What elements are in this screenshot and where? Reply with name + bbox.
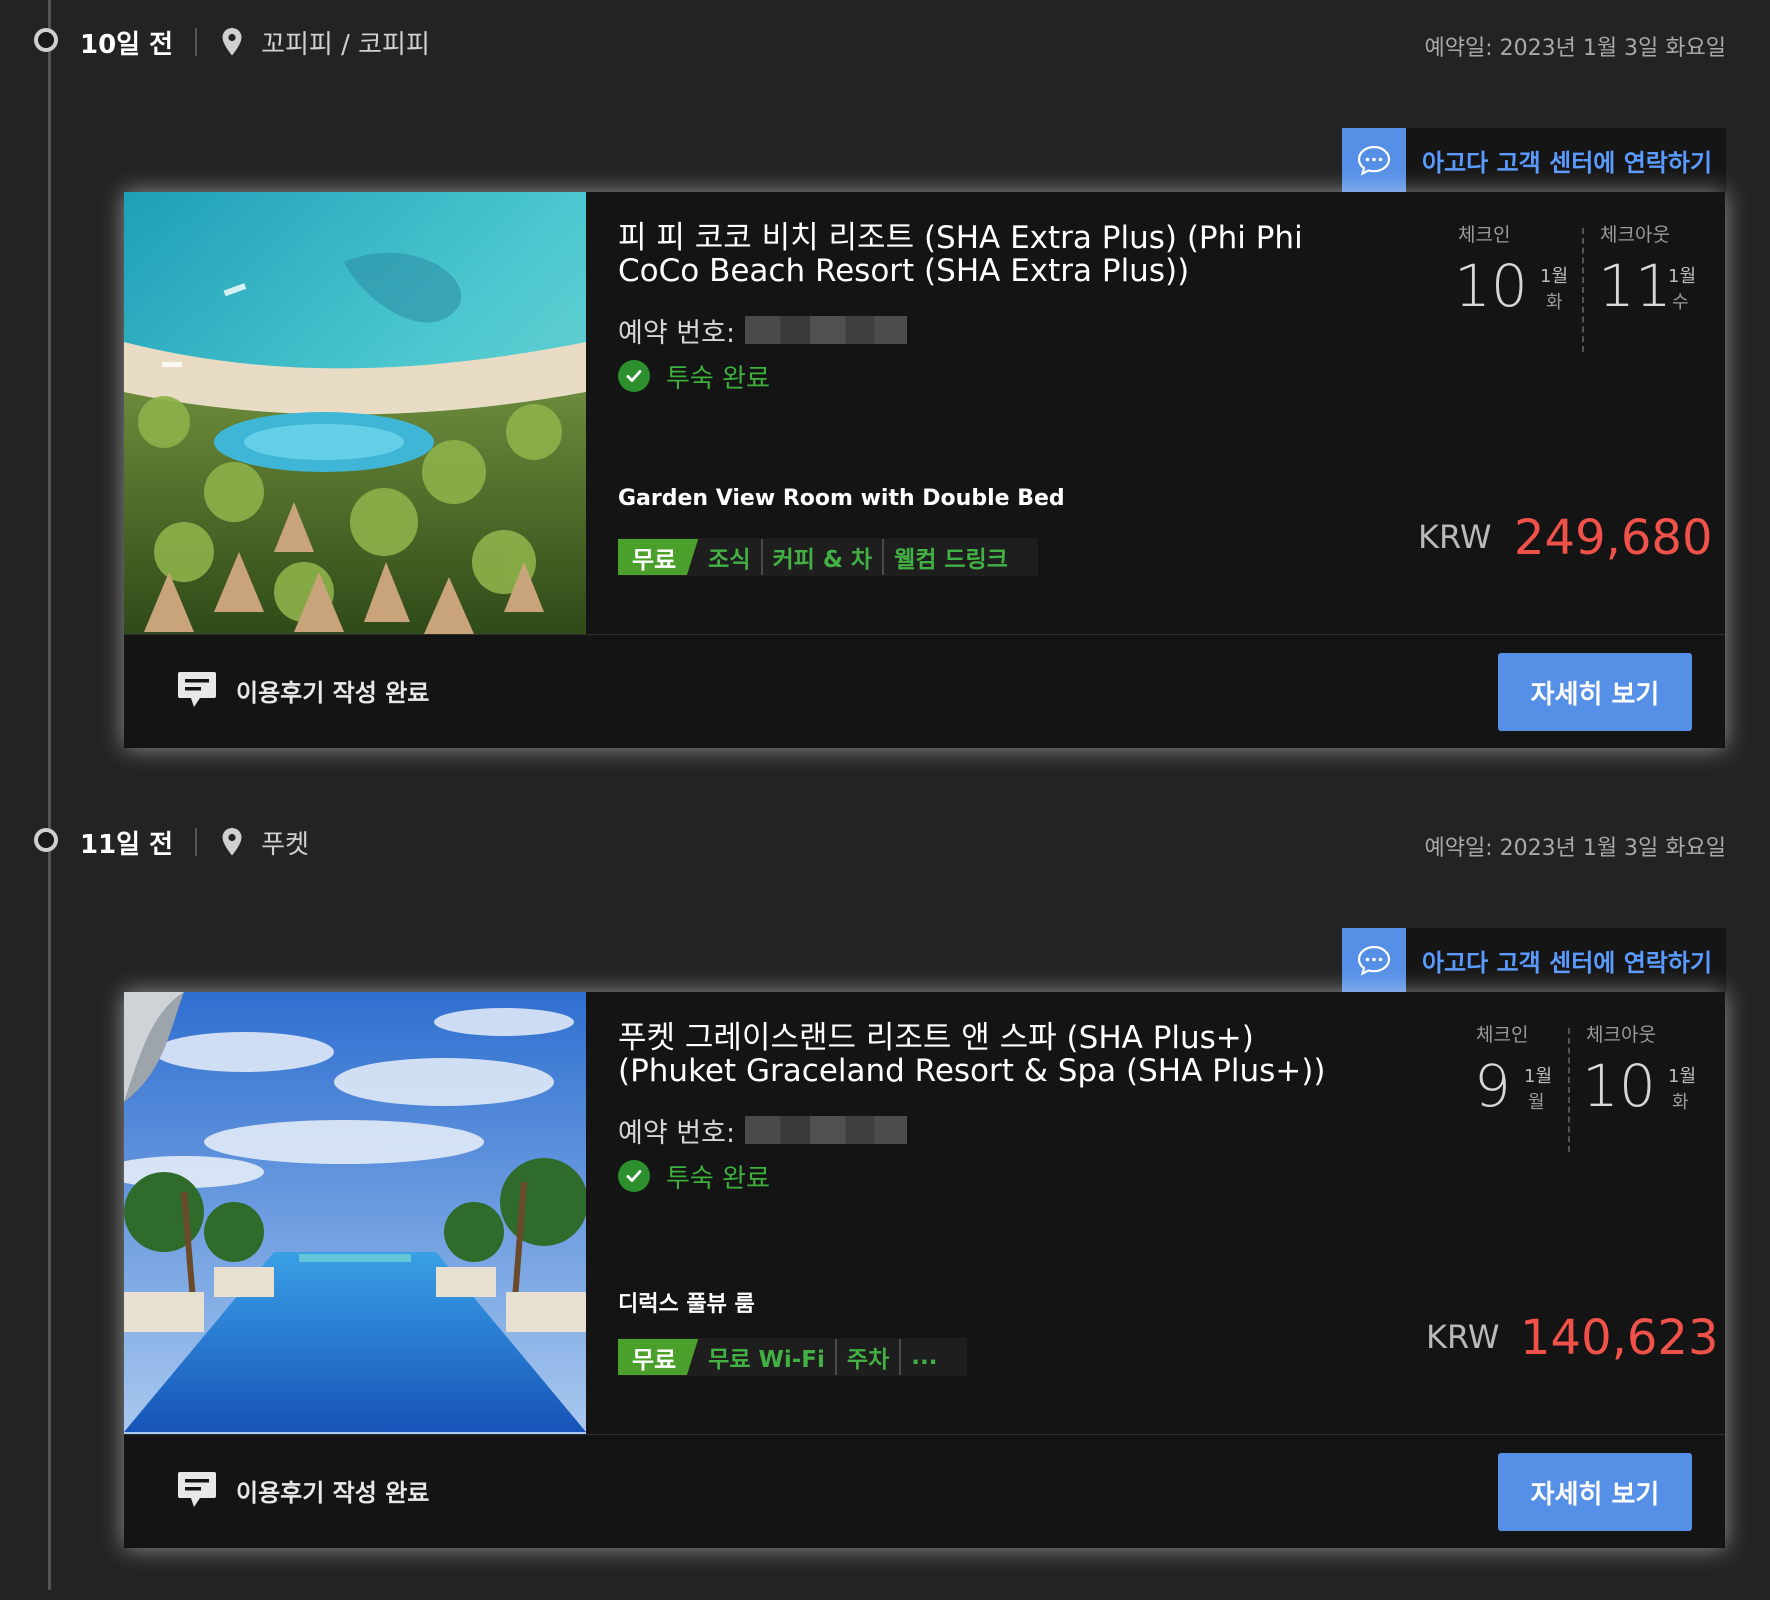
checkin-day: 9 <box>1474 1052 1511 1120</box>
booking-card: 푸켓 그레이스랜드 리조트 앤 스파 (SHA Plus+) (Phuket G… <box>124 992 1725 1548</box>
contact-support-button[interactable]: 아고다 고객 센터에 연락하기 <box>1342 928 1726 992</box>
checkin-day: 10 <box>1454 252 1528 320</box>
price-currency: KRW <box>1418 518 1492 556</box>
amenity-list: 무료 조식 커피 & 차 웰컴 드링크 <box>618 538 1038 576</box>
amenity-item: 조식 <box>708 547 751 573</box>
more-amenities[interactable]: ... <box>901 1344 947 1370</box>
amenity-item: 커피 & 차 <box>772 547 873 573</box>
contact-support-label: 아고다 고객 센터에 연락하기 <box>1422 948 1713 977</box>
timeline-dot <box>34 828 58 852</box>
location-name: 푸켓 <box>261 829 309 860</box>
checkin-label: 체크인 <box>1458 224 1511 246</box>
price-amount: 249,680 <box>1514 510 1713 566</box>
dates-divider <box>1568 1028 1570 1152</box>
amenity-item: 무료 Wi-Fi <box>708 1347 825 1373</box>
group-header: 10일 전 꼬피피 / 코피피 <box>80 20 430 64</box>
booking-date: 예약일: 2023년 1월 3일 화요일 <box>1424 36 1726 61</box>
booking-card: 피 피 코코 비치 리조트 (SHA Extra Plus) (Phi Phi … <box>124 192 1725 748</box>
checkin-weekday: 화 <box>1546 292 1563 313</box>
checkin-weekday: 월 <box>1528 1092 1545 1113</box>
booking-group: 11일 전 푸켓 예약일: 2023년 1월 3일 화요일 아고다 고객 센터에… <box>0 800 1770 1600</box>
group-header: 11일 전 푸켓 <box>80 820 309 864</box>
review-message-icon <box>178 1472 216 1507</box>
amenity-item: 주차 <box>846 1347 890 1373</box>
amenity-item: 웰컴 드링크 <box>894 547 1008 573</box>
booking-date: 예약일: 2023년 1월 3일 화요일 <box>1424 836 1726 861</box>
timeline-dot <box>34 28 58 52</box>
amenity-list: 무료 무료 Wi-Fi 주차 ... <box>618 1338 968 1376</box>
location-name: 꼬피피 / 코피피 <box>261 29 430 60</box>
card-footer: 이용후기 작성 완료 자세히 보기 <box>124 1434 1725 1549</box>
card-footer: 이용후기 작성 완료 자세히 보기 <box>124 634 1725 749</box>
review-status: 이용후기 작성 완료 <box>176 669 429 711</box>
map-pin-icon <box>222 28 242 56</box>
checkout-label: 체크아웃 <box>1586 1024 1656 1046</box>
chat-bubble-icon <box>1342 928 1406 992</box>
chat-bubble-icon <box>1342 128 1406 192</box>
map-pin-icon <box>222 828 242 856</box>
check-circle-icon <box>618 360 650 392</box>
stay-status: 투숙 완료 <box>618 1154 770 1198</box>
checkout-day: 10 <box>1582 1052 1656 1120</box>
review-status: 이용후기 작성 완료 <box>176 1469 429 1511</box>
dates-divider <box>1582 228 1584 352</box>
review-message-icon <box>178 672 216 707</box>
checkout-month: 1월 <box>1668 266 1697 287</box>
booking-group: 10일 전 꼬피피 / 코피피 예약일: 2023년 1월 3일 화요일 아고다… <box>0 0 1770 800</box>
free-badge: 무료 <box>618 539 699 575</box>
stay-status-text: 투숙 완료 <box>666 1163 770 1194</box>
check-circle-icon <box>618 1160 650 1192</box>
checkout-weekday: 수 <box>1672 292 1689 313</box>
price-amount: 140,623 <box>1520 1310 1719 1366</box>
checkout-label: 체크아웃 <box>1600 224 1670 246</box>
review-status-text: 이용후기 작성 완료 <box>236 678 430 707</box>
price-currency: KRW <box>1426 1318 1500 1356</box>
contact-support-label: 아고다 고객 센터에 연락하기 <box>1422 148 1713 177</box>
stay-status: 투숙 완료 <box>618 354 770 398</box>
view-details-button[interactable]: 자세히 보기 <box>1498 1453 1692 1531</box>
stay-dates: 체크인 9 1월 월 체크아웃 10 1월 화 <box>124 1020 1725 1152</box>
days-ago: 11일 전 <box>80 829 174 860</box>
checkin-month: 1월 <box>1540 266 1569 287</box>
header-divider <box>195 828 198 856</box>
header-divider <box>195 28 198 56</box>
room-type: Garden View Room with Double Bed <box>618 486 1065 511</box>
review-status-text: 이용후기 작성 완료 <box>236 1478 430 1507</box>
stay-dates: 체크인 10 1월 화 체크아웃 11 1월 수 <box>124 220 1725 352</box>
stay-status-text: 투숙 완료 <box>666 363 770 394</box>
days-ago: 10일 전 <box>80 29 174 60</box>
contact-support-button[interactable]: 아고다 고객 센터에 연락하기 <box>1342 128 1726 192</box>
room-type: 디럭스 풀뷰 룸 <box>618 1292 755 1317</box>
checkout-day: 11 <box>1598 252 1672 320</box>
checkin-month: 1월 <box>1524 1066 1553 1087</box>
free-badge: 무료 <box>618 1339 699 1375</box>
checkin-label: 체크인 <box>1476 1024 1529 1046</box>
checkout-month: 1월 <box>1668 1066 1697 1087</box>
checkout-weekday: 화 <box>1672 1092 1689 1113</box>
view-details-button[interactable]: 자세히 보기 <box>1498 653 1692 731</box>
